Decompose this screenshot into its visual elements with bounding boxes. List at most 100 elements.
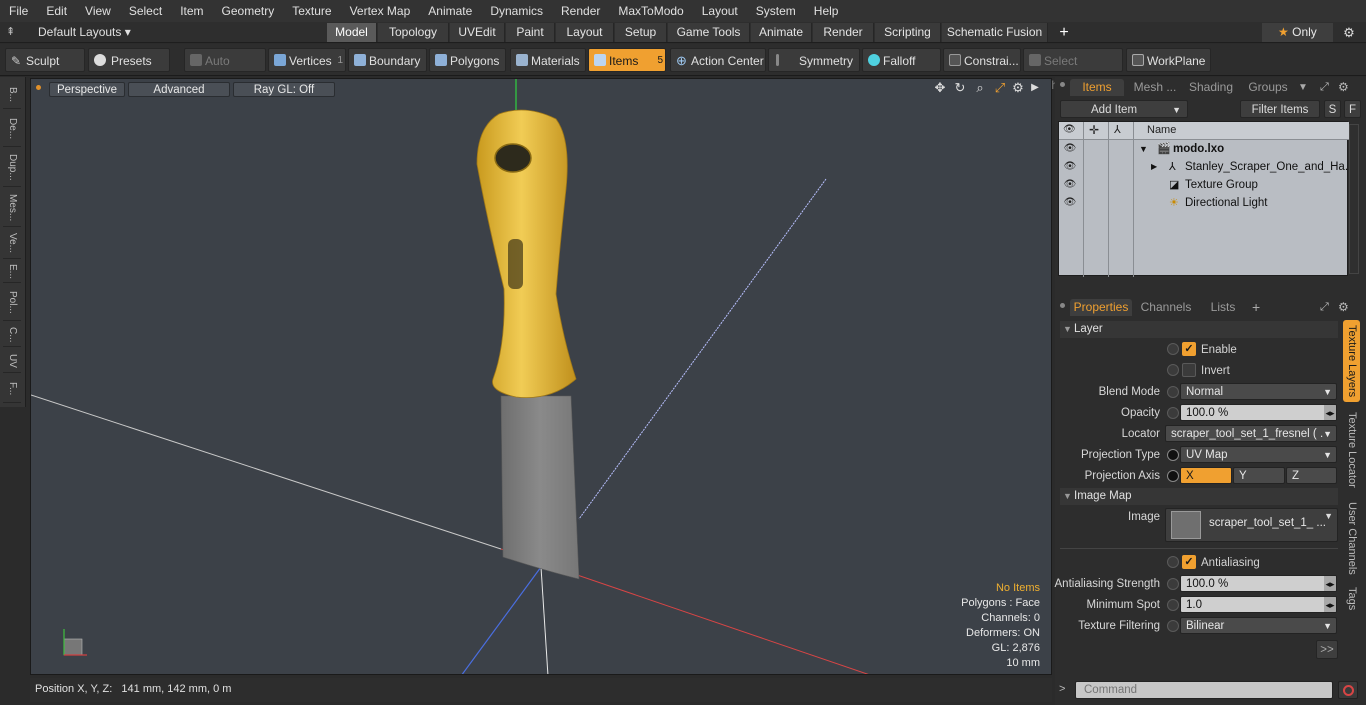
raygl-button[interactable]: Ray GL: Off <box>233 82 335 97</box>
tab-topology[interactable]: Topology <box>378 23 449 42</box>
expand-triangle-icon[interactable]: ▼ <box>1139 140 1148 158</box>
min-spot-channel-dot[interactable] <box>1167 599 1179 611</box>
blend-mode-select[interactable]: Normal ▼ <box>1180 383 1337 400</box>
viewport-expand-icon[interactable]: ▶ <box>1029 81 1041 95</box>
tab-layout[interactable]: Layout <box>556 23 614 42</box>
eye-icon[interactable]: 👁 <box>1063 158 1077 176</box>
menu-file[interactable]: File <box>0 0 37 22</box>
tab-texture-locator[interactable]: Texture Locator <box>1343 406 1360 494</box>
view-type-button[interactable]: Perspective <box>49 82 125 97</box>
opacity-channel-dot[interactable] <box>1167 407 1179 419</box>
tabs-overflow-icon[interactable]: ▼ <box>1298 79 1310 96</box>
layer-section-header[interactable]: ▼ Layer <box>1060 321 1338 338</box>
min-spot-field[interactable]: 1.0 ◂▸ <box>1180 596 1337 613</box>
left-tab-curve[interactable]: C... <box>3 323 21 347</box>
tab-mesh[interactable]: Mesh ... <box>1127 79 1183 96</box>
left-tab-vertex[interactable]: Ve... <box>3 229 21 259</box>
image-select[interactable]: scraper_tool_set_1_ ... ▼ <box>1165 508 1338 542</box>
workplane-button[interactable]: WorkPlane <box>1126 48 1211 72</box>
tab-scripting[interactable]: Scripting <box>875 23 941 42</box>
texture-filtering-select[interactable]: Bilinear ▼ <box>1180 617 1337 634</box>
antialiasing-checkbox[interactable]: ✓ <box>1182 555 1196 569</box>
axis-y-button[interactable]: Y <box>1233 467 1285 484</box>
sculpt-button[interactable]: ✎ Sculpt <box>5 48 85 72</box>
tab-tags[interactable]: Tags <box>1343 582 1360 616</box>
collapse-triangle-icon[interactable]: ▶ <box>1151 158 1157 176</box>
antialiasing-channel-dot[interactable] <box>1167 556 1179 568</box>
menu-dynamics[interactable]: Dynamics <box>481 0 552 22</box>
eye-icon[interactable]: 👁 <box>1063 176 1077 194</box>
menu-help[interactable]: Help <box>805 0 848 22</box>
falloff-button[interactable]: Falloff <box>862 48 941 72</box>
only-toggle[interactable]: ★ Only <box>1262 23 1333 42</box>
enable-checkbox[interactable]: ✓ <box>1182 342 1196 356</box>
axis-z-button[interactable]: Z <box>1286 467 1337 484</box>
3d-viewport[interactable]: Perspective Advanced Ray GL: Off ✥ ↻ ⌕ ⤢… <box>30 78 1052 675</box>
invert-checkbox[interactable] <box>1182 363 1196 377</box>
items-button[interactable]: Items 5 <box>588 48 666 72</box>
projection-type-select[interactable]: UV Map ▼ <box>1180 446 1337 463</box>
left-tab-uv[interactable]: UV <box>3 349 21 373</box>
item-row-texture-group[interactable]: 👁 ◪ Texture Group <box>1059 176 1349 194</box>
left-tab-fusion[interactable]: F... <box>3 375 21 403</box>
record-button[interactable] <box>1338 681 1358 699</box>
menu-render[interactable]: Render <box>552 0 609 22</box>
tab-items[interactable]: Items <box>1070 79 1124 96</box>
tab-model[interactable]: Model <box>327 23 377 42</box>
constraints-button[interactable]: Constrai... <box>943 48 1021 72</box>
tab-lists[interactable]: Lists <box>1200 299 1246 316</box>
slider-arrows-icon[interactable]: ◂▸ <box>1324 576 1336 591</box>
aa-strength-channel-dot[interactable] <box>1167 578 1179 590</box>
left-tab-edge[interactable]: E... <box>3 261 21 283</box>
tab-animate[interactable]: Animate <box>751 23 812 42</box>
tab-paint[interactable]: Paint <box>506 23 555 42</box>
item-row-scene[interactable]: 👁 ▼ 🎬 modo.lxo <box>1059 140 1349 158</box>
menu-view[interactable]: View <box>76 0 120 22</box>
shading-mode-button[interactable]: Advanced <box>128 82 230 97</box>
select-through-button[interactable]: Select Through <box>1023 48 1123 92</box>
tab-channels[interactable]: Channels <box>1137 299 1195 316</box>
presets-button[interactable]: Presets <box>88 48 170 72</box>
left-tab-basic[interactable]: B... <box>3 81 21 109</box>
item-row-directional-light[interactable]: 👁 ☀ Directional Light <box>1059 194 1349 212</box>
layout-selector[interactable]: Default Layouts ▾ <box>26 24 136 41</box>
rotate-view-icon[interactable]: ↻ <box>953 81 967 95</box>
menu-select[interactable]: Select <box>120 0 171 22</box>
boundary-button[interactable]: Boundary <box>348 48 427 72</box>
add-tab-icon[interactable]: + <box>1252 299 1266 316</box>
left-tab-deform[interactable]: De... <box>3 111 21 147</box>
left-tab-polygon[interactable]: Pol... <box>3 285 21 321</box>
blend-mode-channel-dot[interactable] <box>1167 386 1179 398</box>
tab-game-tools[interactable]: Game Tools <box>668 23 750 42</box>
left-tab-duplicate[interactable]: Dup... <box>3 149 21 187</box>
opacity-field[interactable]: 100.0 % ◂▸ <box>1180 404 1337 421</box>
projection-axis-channel-dot[interactable] <box>1167 470 1179 482</box>
fit-view-icon[interactable]: ⤢ <box>993 81 1007 95</box>
menu-layout[interactable]: Layout <box>693 0 747 22</box>
image-map-section-header[interactable]: ▼ Image Map <box>1060 488 1338 505</box>
projection-type-channel-dot[interactable] <box>1167 449 1179 461</box>
panel-gear-icon[interactable]: ⚙ <box>1338 79 1352 96</box>
invert-channel-dot[interactable] <box>1167 364 1179 376</box>
viewport-menu-dot[interactable] <box>36 85 41 90</box>
slider-arrows-icon[interactable]: ◂▸ <box>1324 597 1336 612</box>
aa-strength-field[interactable]: 100.0 % ◂▸ <box>1180 575 1337 592</box>
tab-user-channels[interactable]: User Channels <box>1343 498 1360 578</box>
command-input[interactable] <box>1075 681 1333 699</box>
panel-expand-icon[interactable]: ⤢ <box>1320 79 1334 96</box>
vertices-button[interactable]: Vertices 1 <box>268 48 346 72</box>
menu-edit[interactable]: Edit <box>37 0 76 22</box>
tab-setup[interactable]: Setup <box>615 23 667 42</box>
viewport-settings-icon[interactable]: ⚙ <box>1011 81 1025 95</box>
eye-icon[interactable]: 👁 <box>1063 140 1077 158</box>
menu-geometry[interactable]: Geometry <box>213 0 284 22</box>
menu-item[interactable]: Item <box>171 0 212 22</box>
move-view-icon[interactable]: ✥ <box>933 81 947 95</box>
menu-vertex-map[interactable]: Vertex Map <box>341 0 420 22</box>
s-button[interactable]: S <box>1324 100 1341 118</box>
filter-items-button[interactable]: Filter Items <box>1240 100 1320 118</box>
polygons-button[interactable]: Polygons <box>429 48 506 72</box>
eye-icon[interactable]: 👁 <box>1063 194 1077 212</box>
items-panel-menu-dot[interactable] <box>1060 82 1065 87</box>
action-center-button[interactable]: ⊕ Action Center <box>670 48 766 72</box>
